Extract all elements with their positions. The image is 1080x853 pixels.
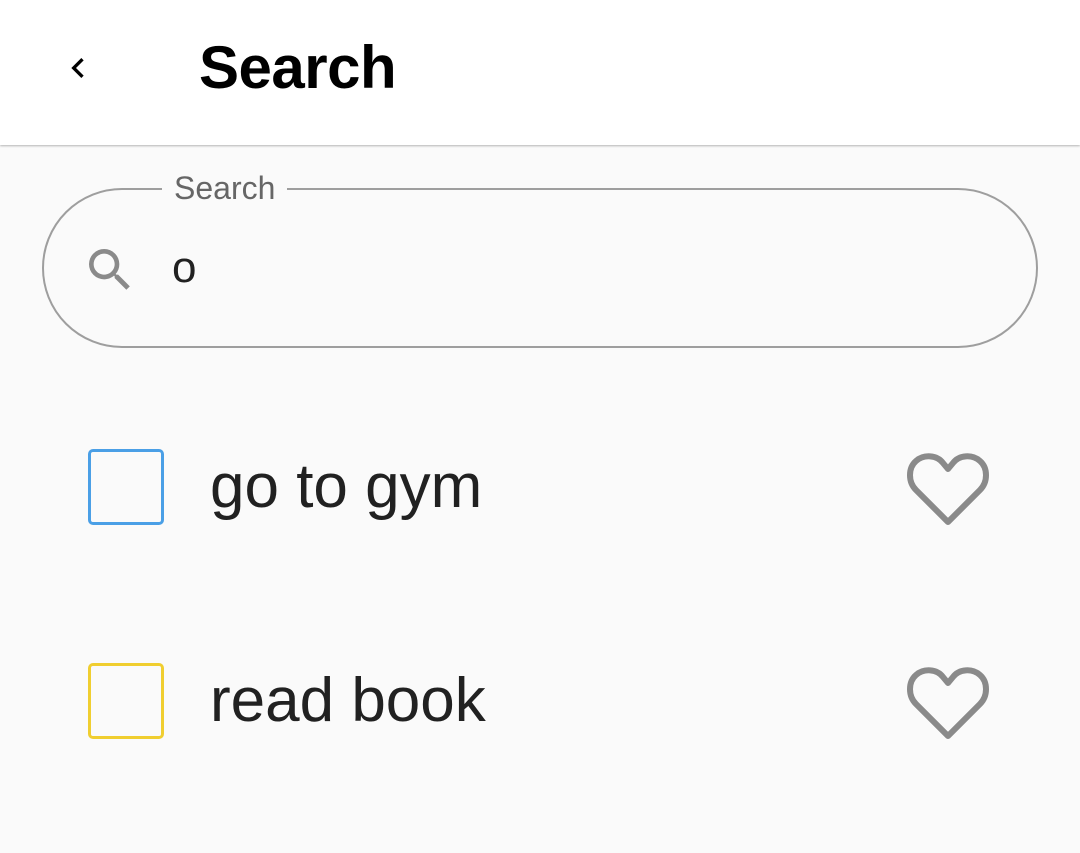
task-label: read book [210,666,486,735]
task-checkbox[interactable] [88,663,164,739]
search-field-label: Search [162,168,288,208]
heart-outline-icon[interactable] [906,664,990,740]
search-field[interactable]: Search [42,168,1038,348]
list-item[interactable]: read book [0,602,1080,802]
app-bar: Search [0,0,1080,145]
task-checkbox[interactable] [88,449,164,525]
task-label: go to gym [210,452,483,521]
chevron-left-icon [71,58,84,78]
heart-outline-icon[interactable] [906,450,990,526]
list-item[interactable]: go to gym [0,388,1080,588]
search-input[interactable] [172,230,992,306]
page-title: Search [199,34,397,101]
back-button[interactable] [40,30,116,106]
search-icon [89,249,130,290]
